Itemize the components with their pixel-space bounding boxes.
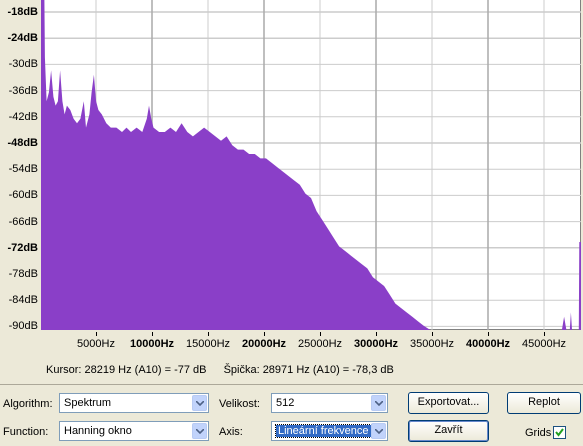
function-value: Hanning okno bbox=[64, 425, 132, 437]
axis-select[interactable]: Lineární frekvence bbox=[271, 421, 388, 441]
size-value: 512 bbox=[276, 397, 295, 409]
spectrum-plot[interactable] bbox=[41, 0, 581, 330]
algorithm-value: Spektrum bbox=[64, 397, 112, 409]
grids-label: Grids bbox=[525, 427, 552, 439]
function-label: Function: bbox=[3, 426, 49, 438]
x-tick-mark bbox=[208, 332, 209, 336]
y-tick-label: -84dB bbox=[8, 294, 38, 307]
y-tick-label: -42dB bbox=[8, 110, 38, 123]
x-tick-mark bbox=[488, 332, 489, 336]
y-tick-label: -48dB bbox=[7, 137, 38, 149]
export-button[interactable]: Exportovat... bbox=[408, 392, 489, 414]
y-tick-label: -54dB bbox=[8, 163, 38, 176]
x-tick-label: 30000Hz bbox=[353, 338, 399, 350]
y-tick-label: -72dB bbox=[7, 241, 38, 254]
y-tick-label: -66dB bbox=[8, 215, 38, 228]
x-tick-mark bbox=[376, 332, 377, 336]
chevron-down-icon[interactable] bbox=[371, 423, 386, 439]
x-tick-label: 20000Hz bbox=[241, 338, 287, 350]
y-tick-label: -30dB bbox=[8, 58, 38, 71]
chevron-down-icon[interactable] bbox=[192, 423, 207, 439]
y-tick-label: -60dB bbox=[8, 189, 38, 202]
x-tick-label: 40000Hz bbox=[465, 338, 511, 350]
peak-readout: Špička: 28971 Hz (A10) = -78,3 dB bbox=[223, 364, 394, 376]
x-tick-label: 15000Hz bbox=[185, 338, 231, 350]
y-tick-label: -24dB bbox=[7, 32, 38, 45]
close-button[interactable]: Zavřít bbox=[408, 420, 489, 442]
status-line: Kursor: 28219 Hz (A10) = -77 dB Špička: … bbox=[46, 364, 408, 376]
x-tick-mark bbox=[432, 332, 433, 336]
y-tick-label: -78dB bbox=[8, 268, 38, 280]
x-tick-mark bbox=[264, 332, 265, 336]
axis-value: Lineární frekvence bbox=[275, 424, 372, 438]
x-tick-mark bbox=[544, 332, 545, 336]
grids-checkbox[interactable] bbox=[553, 426, 566, 439]
y-tick-label: -18dB bbox=[7, 6, 38, 18]
x-tick-label: 5000Hz bbox=[77, 338, 115, 350]
separator bbox=[0, 384, 583, 385]
function-select[interactable]: Hanning okno bbox=[59, 421, 209, 441]
checkmark-icon bbox=[555, 428, 564, 437]
chevron-down-icon[interactable] bbox=[192, 395, 207, 411]
size-select[interactable]: 512 bbox=[271, 393, 388, 413]
cursor-readout: Kursor: 28219 Hz (A10) = -77 dB bbox=[46, 364, 207, 376]
x-tick-label: 35000Hz bbox=[409, 338, 455, 350]
x-tick-label: 45000Hz bbox=[521, 338, 567, 350]
chevron-down-icon[interactable] bbox=[371, 395, 386, 411]
replot-button[interactable]: Replot bbox=[507, 392, 581, 414]
y-tick-label: -36dB bbox=[8, 84, 38, 97]
x-tick-mark bbox=[320, 332, 321, 336]
algorithm-select[interactable]: Spektrum bbox=[59, 393, 209, 413]
y-tick-label: -90dB bbox=[8, 320, 38, 333]
x-axis-labels: 5000Hz 10000Hz 15000Hz 20000Hz 25000Hz 30000H… bbox=[0, 332, 583, 358]
axis-label: Axis: bbox=[219, 426, 243, 438]
spectrum-chart bbox=[41, 0, 581, 330]
x-tick-mark bbox=[96, 332, 97, 336]
x-tick-mark bbox=[152, 332, 153, 336]
spectrum-area bbox=[41, 0, 581, 330]
y-axis-labels: -18dB -24dB -30dB -36dB -42dB -48dB -54dB -60dB… bbox=[0, 0, 41, 333]
x-tick-label: 10000Hz bbox=[129, 338, 175, 350]
x-tick-label: 25000Hz bbox=[297, 338, 343, 350]
size-label: Velikost: bbox=[219, 398, 260, 410]
algorithm-label: Algorithm: bbox=[3, 398, 53, 410]
